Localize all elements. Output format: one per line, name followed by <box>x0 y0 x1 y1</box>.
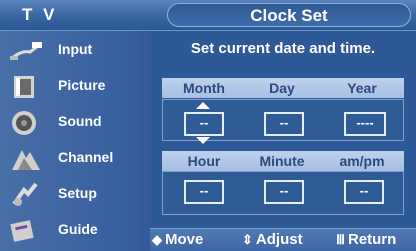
hour-field[interactable]: -- <box>184 180 224 204</box>
month-down-arrow-icon[interactable] <box>196 137 210 144</box>
return-label: Return <box>347 231 397 248</box>
return-icon: Ⅲ <box>336 232 345 247</box>
month-field[interactable]: -- <box>184 112 224 136</box>
month-up-arrow-icon[interactable] <box>196 102 210 109</box>
sidebar-item-picture[interactable]: Picture <box>0 69 150 105</box>
move-hint: ◆ Move <box>152 231 203 248</box>
minute-header: Minute <box>259 153 305 169</box>
sidebar-item-label: Channel <box>58 149 114 165</box>
clock-set-panel: Set current date and time. Month Day Yea… <box>156 40 410 235</box>
sidebar-item-input[interactable]: Input <box>0 33 150 69</box>
top-bar: T V Clock Set <box>0 0 416 31</box>
osd-screen: T V Clock Set Input Picture Sound Channe… <box>0 0 416 251</box>
sidebar-item-setup[interactable]: Setup <box>0 177 150 213</box>
setup-icon <box>12 182 38 206</box>
day-header: Day <box>269 80 295 96</box>
ampm-header: am/pm <box>339 153 385 169</box>
month-header: Month <box>183 80 225 96</box>
year-field[interactable]: ---- <box>344 112 386 136</box>
mode-label: T V <box>22 5 58 24</box>
date-header-row: Month Day Year <box>162 78 404 98</box>
time-header-row: Hour Minute am/pm <box>162 151 404 171</box>
channel-icon <box>12 150 40 170</box>
bottom-hint-bar: ◆ Move ⇕ Adjust Ⅲ Return <box>150 228 416 251</box>
sidebar-item-channel[interactable]: Channel <box>0 141 150 177</box>
sidebar-item-label: Picture <box>58 77 106 93</box>
input-cable-icon <box>10 42 42 60</box>
sidebar-item-label: Sound <box>58 113 102 129</box>
sidebar: Input Picture Sound Channel Setup Guide <box>0 31 150 251</box>
adjust-hint: ⇕ Adjust <box>242 231 303 248</box>
guide-icon <box>10 220 34 242</box>
sidebar-item-sound[interactable]: Sound <box>0 105 150 141</box>
sidebar-item-label: Guide <box>58 221 98 237</box>
page-title: Clock Set <box>167 3 411 27</box>
sidebar-item-label: Input <box>58 41 93 57</box>
picture-icon <box>14 76 34 98</box>
instruction-text: Set current date and time. <box>190 40 376 57</box>
return-hint: Ⅲ Return <box>336 231 396 248</box>
day-field[interactable]: -- <box>264 112 304 136</box>
sidebar-item-label: Setup <box>58 185 97 201</box>
year-header: Year <box>347 80 377 96</box>
minute-field[interactable]: -- <box>264 180 304 204</box>
move-label: Move <box>165 231 204 248</box>
hour-header: Hour <box>187 153 221 169</box>
move-arrows-icon: ◆ <box>152 232 162 247</box>
adjust-label: Adjust <box>255 231 303 248</box>
ampm-field[interactable]: -- <box>344 180 384 204</box>
adjust-arrows-icon: ⇕ <box>242 232 253 247</box>
sidebar-item-guide[interactable]: Guide <box>0 213 150 249</box>
speaker-icon <box>12 111 36 135</box>
